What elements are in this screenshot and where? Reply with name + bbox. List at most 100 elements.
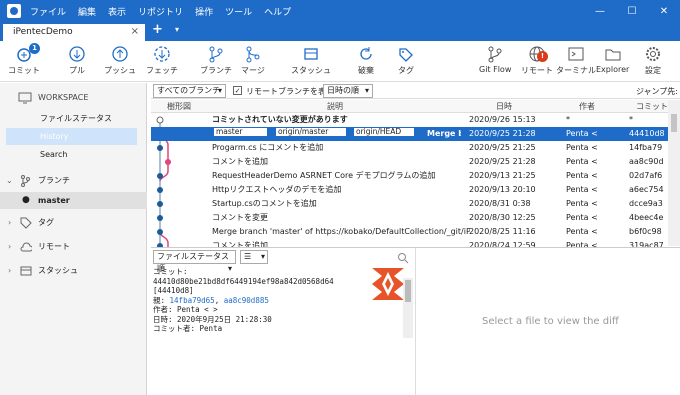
commit-row[interactable]: Progarm.cs にコメントを追加 2020/9/25 21:25 Penta … [151,141,680,155]
gitflow-button[interactable]: Git Flow [479,45,511,74]
parent-separator: , [214,295,220,305]
search-label: Search [40,150,68,159]
search-icon[interactable] [397,252,409,264]
tab-close-icon[interactable]: × [131,26,139,37]
title-bar: ファイル 編集 表示 リポジトリ 操作 ツール ヘルプ — ☐ ✕ [0,0,680,22]
commit-hash: 319ac87 [629,241,664,247]
remotes-header[interactable]: › リモート [0,238,147,255]
stashes-header[interactable]: › スタッシュ [0,262,147,279]
diff-pane: Select a file to view the diff [416,248,680,395]
col-author[interactable]: 作者 [579,101,595,112]
sidebar-item-file-status[interactable]: ファイルステータス [0,110,147,127]
jump-to-label[interactable]: ジャンプ先: [636,86,678,97]
close-window-button[interactable]: ✕ [648,0,680,22]
sidebar-item-master[interactable]: ● master [0,192,147,209]
col-description[interactable]: 説明 [327,101,343,112]
committer-line: コミット者: Penta [153,324,223,333]
order-dropdown[interactable]: 日時の順 ▾ [323,84,373,98]
show-remote-checkbox[interactable]: ✓ [233,86,242,95]
add-tab-button[interactable]: + [152,22,163,37]
commit-description: コメントを追加 [212,157,268,166]
date-line: 日時: 2020年9月25日 21:28:30 [153,314,272,324]
commit-row[interactable]: コミットされていない変更があります 2020/9/26 15:13 * * [151,113,680,127]
commit-short-hash: [44410d8] [153,286,194,295]
branch-button[interactable]: ブランチ [200,45,232,76]
tags-header[interactable]: › タグ [0,214,147,231]
settings-label: 設定 [645,66,661,75]
commit-row[interactable]: master origin/master origin/HEAD Merge bra 2… [151,127,680,141]
menu-repository[interactable]: リポジトリ [138,5,183,18]
commit-row[interactable]: コメントを変更 2020/8/30 12:25 Penta < 4beec4e [151,211,680,225]
gitflow-label: Git Flow [479,65,512,74]
settings-button[interactable]: 設定 [643,45,663,76]
file-status-sort-dropdown[interactable]: ファイルステータス順 ▾ [153,250,236,273]
chevron-down-icon: ▾ [364,86,369,95]
branch-filter-dropdown[interactable]: すべてのブランチ ▾ [153,84,226,98]
commit-badge: 1 [29,43,40,54]
workspace-header[interactable]: WORKSPACE [0,89,147,106]
commit-list-header: 樹形図 説明 日時 作者 コミット [151,100,680,113]
commit-info: コミット: 44410d80be21bd8df6449194ef98a842d0… [153,267,398,334]
tab-label: iPentecDemo [13,27,73,37]
commit-button[interactable]: 1 コミット [8,43,40,76]
tab-dropdown-icon[interactable]: ▾ [175,25,179,34]
sidebar: WORKSPACE ファイルステータス History Search ⌄ ブラン… [0,83,147,395]
pull-button[interactable]: プル [67,45,87,76]
chevron-down-icon: ▾ [217,86,222,95]
col-commit[interactable]: コミット [636,101,668,112]
commit-description: コメントを追加 [212,241,268,247]
commit-date: 2020/8/30 12:25 [469,213,536,222]
menu-edit[interactable]: 編集 [78,5,96,18]
view-mode-dropdown[interactable]: ☰ ▾ [240,250,268,264]
commit-hash: 14fba79 [629,143,663,152]
remote-button[interactable]: ! リモート [521,45,553,76]
col-graph[interactable]: 樹形図 [167,101,191,112]
commit-author: Penta < [566,241,598,247]
fetch-button[interactable]: フェッチ [146,45,178,76]
menu-help[interactable]: ヘルプ [264,5,291,18]
commit-list: コミットされていない変更があります 2020/9/26 15:13 * * master… [151,113,680,247]
menu-tools[interactable]: ツール [225,5,252,18]
col-date[interactable]: 日時 [496,101,512,112]
commit-row[interactable]: RequestHeaderDemo ASRNET Core デモプログラムの追加… [151,169,680,183]
parents-label: 親: [153,295,166,305]
chevron-down-icon: ▾ [260,252,265,261]
parent-link[interactable]: aa8c90d885 [224,296,269,305]
discard-button[interactable]: 破棄 [356,45,376,76]
commit-description: Startup.csのコメントを追加 [212,199,317,208]
terminal-icon [568,47,584,61]
parent-link[interactable]: 14fba79d65 [170,296,215,305]
menu-bar: ファイル 編集 表示 リポジトリ 操作 ツール ヘルプ [30,0,291,22]
commit-row[interactable]: Httpリクエストヘッダのデモを追加 2020/9/13 20:10 Penta <… [151,183,680,197]
workspace-label: WORKSPACE [38,93,89,102]
push-button[interactable]: プッシュ [104,45,136,76]
commit-hash: aa8c90d [629,157,664,166]
branch-icon [21,175,30,187]
menu-view[interactable]: 表示 [108,5,126,18]
push-icon [112,46,128,62]
order-label: 日時の順 [327,86,359,95]
sidebar-item-search[interactable]: Search [0,146,147,163]
app-icon [7,4,21,18]
commit-date: 2020/8/25 11:16 [469,227,536,236]
menu-actions[interactable]: 操作 [195,5,213,18]
sidebar-item-history[interactable]: History [6,128,137,145]
explorer-button[interactable]: Explorer [596,45,629,74]
commit-row[interactable]: コメントを追加 2020/9/25 21:28 Penta < aa8c90d [151,155,680,169]
commit-list-scrollbar[interactable] [668,100,680,246]
commit-row[interactable]: Startup.csのコメントを追加 2020/8/31 0:38 Penta < d… [151,197,680,211]
tags-label: タグ [38,218,54,227]
maximize-button[interactable]: ☐ [616,0,648,22]
commit-row[interactable]: Merge branch 'master' of https://kobako/… [151,225,680,239]
terminal-button[interactable]: ターミナル [556,45,596,76]
branches-header[interactable]: ⌄ ブランチ [0,172,147,189]
minimize-button[interactable]: — [584,0,616,22]
tag-button[interactable]: タグ [396,45,416,76]
tab-ipentecdemo[interactable]: iPentecDemo × [3,24,145,41]
menu-file[interactable]: ファイル [30,5,66,18]
details-scrollbar[interactable] [403,278,413,338]
commit-date: 2020/9/25 21:25 [469,143,536,152]
stash-button[interactable]: スタッシュ [291,45,331,76]
commit-row[interactable]: コメントを追加 2020/8/24 12:59 Penta < 319ac87 [151,239,680,247]
merge-button[interactable]: マージ [241,45,265,76]
